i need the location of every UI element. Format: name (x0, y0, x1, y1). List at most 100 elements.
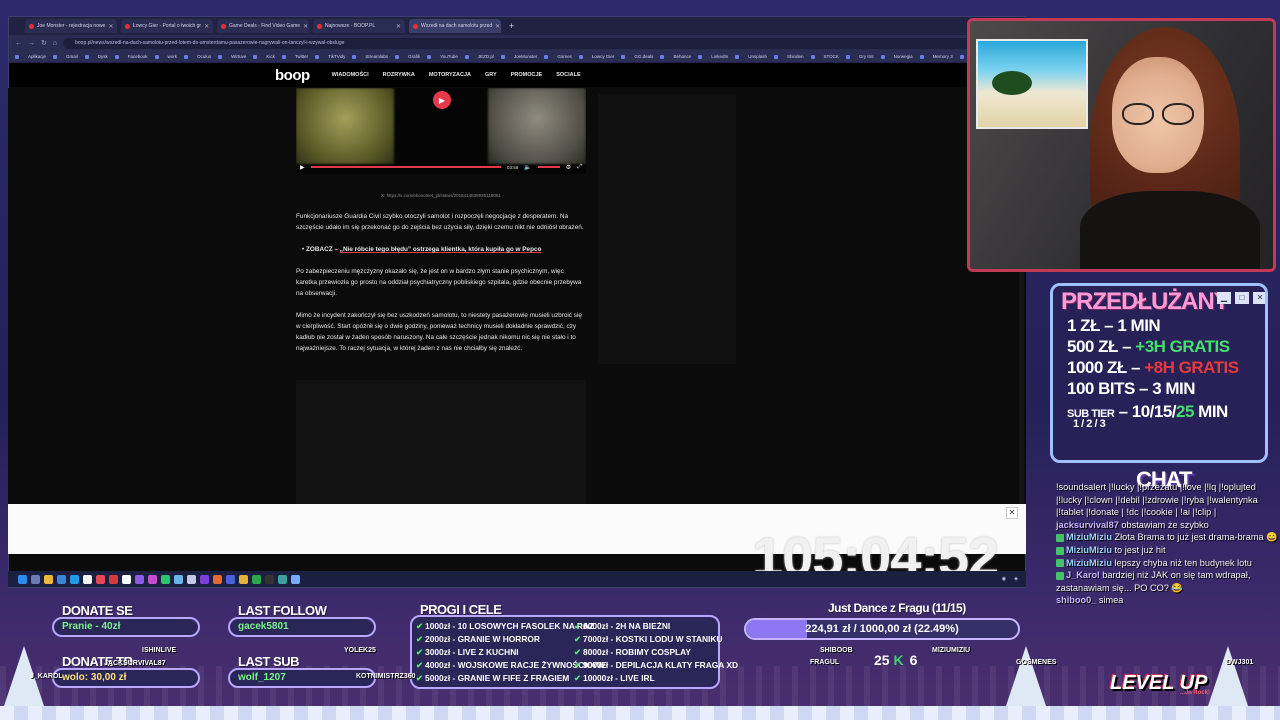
close-icon[interactable]: ✕ (396, 23, 401, 30)
app-icon[interactable] (57, 574, 66, 584)
browser-tab-active[interactable]: Wszedł na dach samolotu przed ✕ (409, 19, 501, 33)
nav-link[interactable]: SOCIALE (556, 72, 580, 78)
goal-item: ✔ 3000zł - LIVE Z KUCHNI (416, 647, 519, 657)
bookmark-icon (698, 54, 703, 59)
bookmark-item[interactable]: Grafik (408, 54, 420, 59)
bookmark-item[interactable]: Kick (266, 54, 275, 59)
app-icon[interactable] (135, 574, 144, 584)
bookmark-item[interactable]: STOCK (824, 54, 839, 59)
app-icon[interactable] (83, 574, 92, 584)
favicon-icon (29, 23, 34, 29)
wifi-icon[interactable]: ◉ (1002, 576, 1006, 582)
close-icon[interactable]: ✕ (108, 23, 113, 30)
forward-icon[interactable]: → (28, 40, 35, 47)
browser-tab[interactable]: Najnowsze - BOOP.PL ✕ (313, 19, 405, 33)
spotify-icon[interactable] (161, 574, 170, 584)
video-source[interactable]: X: https://x.com/ekonomet_pl/status/2018… (296, 193, 586, 198)
fullscreen-icon[interactable]: ⤢ (577, 164, 582, 171)
video-thumbnail-blur (296, 88, 394, 164)
bookmark-icon (218, 54, 223, 59)
nav-link[interactable]: GRY (485, 72, 497, 78)
chat-message: jacksurvival87 obstawiam że szybko (1056, 519, 1209, 530)
gear-icon[interactable]: ⚙ (566, 164, 571, 171)
app-icon[interactable] (265, 574, 274, 584)
app-icon[interactable] (96, 574, 105, 584)
bookmark-item[interactable]: Gry tmt (859, 54, 874, 59)
windows-start-icon[interactable] (18, 574, 27, 584)
play-icon[interactable]: ▶ (433, 91, 451, 109)
bookmark-item[interactable]: Behance (673, 54, 691, 59)
close-icon[interactable]: ✕ (204, 23, 209, 30)
volume-icon[interactable]: 🔈 (524, 164, 531, 171)
reload-icon[interactable]: ↻ (41, 39, 47, 47)
nav-link[interactable]: MOTORYZACJA (429, 72, 471, 78)
site-logo[interactable]: boop (275, 67, 310, 84)
app-icon[interactable] (70, 574, 79, 584)
app-icon[interactable] (148, 574, 157, 584)
close-icon[interactable]: ✕ (1006, 507, 1018, 519)
bookmark-item[interactable]: Facebook (128, 54, 148, 59)
nav-link[interactable]: ROZRYWKA (383, 72, 415, 78)
bookmark-item[interactable]: Wirtuve (231, 54, 246, 59)
bookmark-icon (395, 54, 400, 59)
bookmark-item[interactable]: Games (557, 54, 572, 59)
bookmark-item[interactable]: YouTube (440, 54, 458, 59)
bookmark-item[interactable]: work (168, 54, 178, 59)
nav-link[interactable]: WIADOMOŚCI (332, 72, 369, 78)
app-icon[interactable] (226, 574, 235, 584)
bookmark-item[interactable]: Twitter (295, 54, 308, 59)
bookmark-item[interactable]: Dysk (98, 54, 108, 59)
bookmark-item[interactable]: Streamlabs (365, 54, 388, 59)
badge-icon (1056, 533, 1064, 542)
app-icon[interactable] (174, 574, 183, 584)
browser-tab[interactable]: Game Deals - Find Video Game ✕ (217, 19, 309, 33)
bookmark-item[interactable]: Oculus (197, 54, 211, 59)
app-icon[interactable] (109, 574, 118, 584)
volume-icon[interactable]: ◈ (1014, 576, 1018, 582)
video-progress[interactable] (310, 166, 502, 168)
bookmark-item[interactable]: TikTVidy (328, 54, 345, 59)
taskbar: ◉ ◈ (8, 571, 1026, 587)
goal-item: ✔ 9000zł - DEPILACJA KLATY FRAGA XD (574, 660, 738, 670)
search-icon[interactable] (31, 574, 40, 584)
volume-slider[interactable] (537, 166, 560, 168)
bookmark-item[interactable]: Gmail (66, 54, 78, 59)
bookmark-item[interactable]: LinkedIn (711, 54, 728, 59)
streamer-body (1080, 191, 1260, 269)
nav-link[interactable]: PROMOCJE (511, 72, 542, 78)
bookmark-item[interactable]: Shinden (787, 54, 804, 59)
app-icon[interactable] (187, 574, 196, 584)
app-icon[interactable] (278, 574, 287, 584)
bookmark-icon (773, 54, 778, 59)
back-icon[interactable]: ← (15, 40, 22, 47)
chrome-icon[interactable] (239, 574, 248, 584)
goal-item: ✔ 6000zł - 2H NA BIEŻNI (574, 621, 671, 631)
browser-tab[interactable]: Łowcy Gier - Portal o twoich gr ✕ (121, 19, 213, 33)
bookmark-item[interactable]: Norwegia (894, 54, 913, 59)
app-icon[interactable] (200, 574, 209, 584)
bookmark-item[interactable]: Memory 3 (933, 54, 953, 59)
bookmark-icon (253, 54, 258, 59)
bookmark-item[interactable]: JoeMonster (514, 54, 538, 59)
player-name: SHIBOOB (820, 647, 853, 654)
bookmark-item[interactable]: Łowcy Gier (592, 54, 615, 59)
url-field[interactable]: boop.pl/news/wszedl-na-dach-samolotu-prz… (63, 37, 996, 49)
related-link-text[interactable]: „Nie róbcie tego błędu” ostrzega klientk… (340, 246, 542, 253)
play-button[interactable]: ▶ (300, 164, 305, 171)
bookmark-item[interactable]: JEZD.pl (478, 54, 494, 59)
new-tab-icon[interactable]: + (509, 21, 514, 31)
close-icon[interactable]: ✕ (495, 23, 500, 30)
app-icon[interactable] (122, 574, 131, 584)
bookmark-item[interactable]: Unsplash (748, 54, 767, 59)
app-icon[interactable] (291, 574, 300, 584)
home-icon[interactable]: ⌂ (53, 40, 57, 47)
app-icon[interactable] (252, 574, 261, 584)
related-link[interactable]: • ZOBACZ – „Nie róbcie tego błędu” ostrz… (296, 244, 586, 255)
bookmark-item[interactable]: GG.deals (634, 54, 653, 59)
folder-icon[interactable] (44, 574, 53, 584)
bookmark-item[interactable]: Aplikacje (28, 54, 46, 59)
video-player[interactable]: ▶ ▶ 03:58 🔈 ⚙ ⤢ (296, 88, 586, 174)
browser-tab[interactable]: Joe Monster - rejestracja nowe ✕ (25, 19, 117, 33)
app-icon[interactable] (213, 574, 222, 584)
close-icon[interactable]: ✕ (303, 23, 308, 30)
